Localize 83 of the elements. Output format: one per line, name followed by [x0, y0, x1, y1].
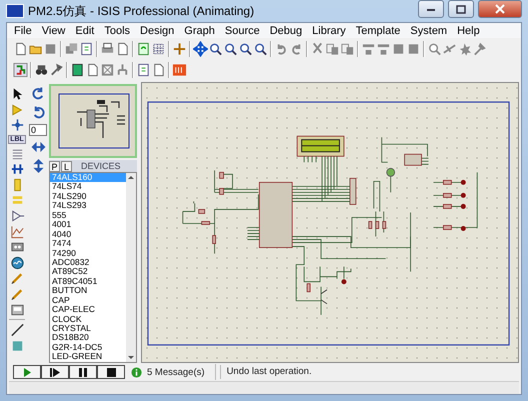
- zoom-area-icon[interactable]: [253, 40, 268, 56]
- device-item[interactable]: ADC0832: [50, 258, 126, 268]
- device-item[interactable]: CAP: [50, 296, 126, 306]
- status-text: Undo last operation.: [220, 365, 521, 379]
- library-tab[interactable]: L: [61, 160, 72, 172]
- device-item[interactable]: LED-GREEN: [50, 352, 126, 362]
- tree-icon[interactable]: [115, 62, 130, 78]
- script-icon[interactable]: [136, 62, 151, 78]
- menu-item[interactable]: Graph: [179, 24, 220, 36]
- device-item[interactable]: 74LS290: [50, 192, 126, 202]
- device-item[interactable]: CAP-ELEC: [50, 305, 126, 315]
- step-button[interactable]: [41, 365, 69, 379]
- window-title: PM2.5仿真 - ISIS Professional (Animating): [28, 2, 256, 20]
- device-item[interactable]: 7474: [50, 239, 126, 248]
- maximize-button[interactable]: [448, 0, 474, 18]
- device-item[interactable]: AT89C52: [50, 267, 126, 277]
- info-icon: [131, 366, 142, 378]
- menu-item[interactable]: Template: [350, 24, 406, 36]
- menu-item[interactable]: Edit: [70, 24, 100, 36]
- overview-window[interactable]: [49, 84, 137, 158]
- cross-icon[interactable]: [100, 62, 115, 78]
- package-icon[interactable]: [172, 62, 187, 78]
- menu-item[interactable]: Design: [135, 24, 180, 36]
- stack-icon[interactable]: [64, 40, 79, 56]
- app-icon: [6, 4, 24, 18]
- minimize-icon: [426, 6, 436, 12]
- maximize-icon: [456, 4, 466, 14]
- device-item[interactable]: 4001: [50, 220, 126, 230]
- panel-title: DEVICES: [81, 161, 121, 171]
- junction-icon[interactable]: [10, 117, 24, 133]
- message-count[interactable]: 5 Message(s): [147, 366, 205, 378]
- menu-item[interactable]: Help: [452, 24, 485, 36]
- schematic-canvas[interactable]: [141, 82, 519, 363]
- device-item[interactable]: CRYSTAL: [50, 324, 126, 334]
- menu-item[interactable]: View: [36, 24, 70, 36]
- menu-item[interactable]: File: [9, 24, 37, 36]
- import-icon[interactable]: [79, 40, 94, 56]
- line-icon[interactable]: [10, 322, 24, 338]
- zoom-icon[interactable]: [238, 40, 253, 56]
- refresh-icon[interactable]: [136, 40, 151, 56]
- pan-icon[interactable]: [193, 40, 208, 56]
- hammer-icon[interactable]: [472, 40, 487, 56]
- menu-item[interactable]: Source: [220, 24, 265, 36]
- play-button[interactable]: [13, 365, 41, 379]
- search-icon[interactable]: [427, 40, 442, 56]
- menu-item[interactable]: Library: [307, 24, 351, 36]
- crosshair-icon[interactable]: [172, 40, 187, 56]
- device-item[interactable]: G2R-14-DC5: [50, 342, 126, 352]
- step-icon: [50, 368, 60, 376]
- zoom-in-icon[interactable]: [208, 40, 223, 56]
- menu-item[interactable]: Debug: [264, 24, 308, 36]
- stop-button[interactable]: [97, 365, 125, 379]
- graph-icon[interactable]: [10, 224, 24, 240]
- overview-drawing: [58, 94, 130, 148]
- scroll-down-icon: [127, 354, 135, 362]
- device-item[interactable]: 74LS293: [50, 201, 126, 211]
- chip-icon[interactable]: [70, 62, 85, 78]
- pin-icon[interactable]: [10, 208, 24, 224]
- close-button[interactable]: [478, 0, 522, 18]
- scrollbar[interactable]: [126, 173, 136, 362]
- play-icon: [23, 368, 31, 376]
- pick-devices-tab[interactable]: P: [49, 160, 60, 172]
- device-item[interactable]: 74LS74: [50, 182, 126, 192]
- menu-item[interactable]: System: [405, 24, 452, 36]
- stop-icon: [106, 368, 116, 376]
- pause-button[interactable]: [69, 365, 97, 379]
- device-item[interactable]: DS18B20: [50, 333, 126, 343]
- minimize-button[interactable]: [418, 0, 444, 18]
- device-item[interactable]: 555: [50, 210, 126, 220]
- schematic-icon[interactable]: [13, 62, 28, 78]
- tools-icon[interactable]: [49, 62, 64, 78]
- device-item[interactable]: 74290: [50, 248, 126, 258]
- device-item[interactable]: AT89C4051: [50, 276, 126, 286]
- close-icon: [495, 4, 505, 14]
- zoom-out-icon[interactable]: [223, 40, 238, 56]
- device-item[interactable]: BUTTON: [50, 286, 126, 296]
- device-item[interactable]: CLOCK: [50, 314, 126, 324]
- generator-icon[interactable]: [10, 254, 24, 270]
- device-item[interactable]: 4040: [50, 230, 126, 240]
- menu-item[interactable]: Tools: [99, 24, 136, 36]
- pause-icon: [79, 368, 87, 376]
- rotation-field[interactable]: 0: [29, 124, 47, 136]
- rotate-cw-icon[interactable]: [30, 86, 46, 102]
